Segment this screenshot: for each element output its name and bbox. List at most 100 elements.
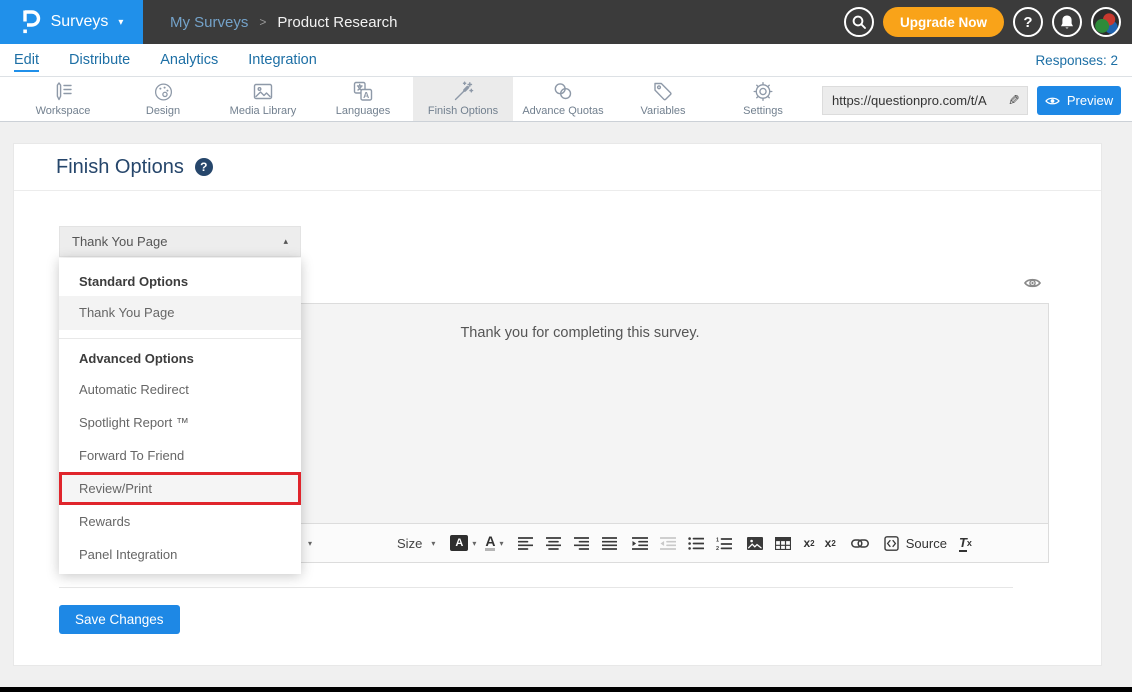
bulleted-list-button[interactable] — [688, 537, 704, 550]
dropdown-item-thank-you-page[interactable]: Thank You Page — [59, 296, 301, 330]
preview-content-eye-icon[interactable] — [1024, 277, 1041, 289]
search-icon — [850, 13, 868, 31]
align-left-button[interactable] — [518, 537, 533, 550]
gear-icon — [751, 81, 775, 103]
help-button[interactable]: ? — [1013, 7, 1043, 37]
breadcrumb-my-surveys[interactable]: My Surveys — [170, 14, 248, 31]
caret-up-icon: ▴ — [283, 236, 288, 247]
responses-count[interactable]: Responses: 2 — [1035, 44, 1118, 77]
numbered-list-icon: 12 — [716, 537, 732, 550]
page-title: Finish Options — [56, 156, 184, 179]
save-changes-button[interactable]: Save Changes — [59, 605, 180, 634]
subscript-button[interactable]: x2 — [803, 536, 814, 550]
breadcrumb-current-survey: Product Research — [277, 14, 397, 31]
tab-distribute[interactable]: Distribute — [69, 52, 130, 68]
table-icon — [775, 537, 791, 550]
toolbar-item-advance-quotas[interactable]: Advance Quotas — [513, 77, 613, 121]
svg-text:1: 1 — [716, 537, 719, 543]
preview-button[interactable]: Preview — [1037, 86, 1121, 115]
workspace-icon — [51, 81, 75, 103]
justify-button[interactable] — [602, 537, 617, 550]
remove-format-button[interactable]: Tx — [959, 535, 972, 552]
align-center-button[interactable] — [546, 537, 561, 550]
indent-button[interactable] — [632, 537, 648, 550]
questionpro-logo-icon — [20, 9, 41, 35]
outdent-button[interactable] — [660, 537, 676, 550]
text-color-button[interactable]: A ▾ — [485, 535, 503, 551]
indent-icon — [632, 537, 648, 550]
page-help-icon[interactable]: ? — [195, 158, 213, 176]
insert-image-button[interactable] — [747, 537, 763, 550]
notifications-button[interactable] — [1052, 7, 1082, 37]
magic-wand-icon — [451, 81, 475, 103]
toolbar-item-workspace[interactable]: Workspace — [13, 77, 113, 121]
dropdown-item-spotlight-report[interactable]: Spotlight Report ™ — [59, 406, 301, 439]
breadcrumb-separator: > — [259, 15, 266, 29]
dropdown-item-review-print[interactable]: Review/Print — [59, 472, 301, 505]
toolbar-item-design[interactable]: Design — [113, 77, 213, 121]
edit-toolbar: Workspace Design Media Library — [0, 77, 1132, 122]
svg-text:2: 2 — [716, 545, 719, 549]
dropdown-item-rewards[interactable]: Rewards — [59, 505, 301, 538]
bell-icon — [1059, 14, 1075, 31]
image-icon — [747, 537, 763, 550]
insert-table-button[interactable] — [775, 537, 791, 550]
surveys-product-menu[interactable]: Surveys ▾ — [0, 0, 143, 44]
toolbar-item-media-library[interactable]: Media Library — [213, 77, 313, 121]
toolbar-item-finish-options[interactable]: Finish Options — [413, 77, 513, 121]
design-palette-icon — [152, 81, 175, 103]
tab-analytics[interactable]: Analytics — [160, 52, 218, 68]
format-dropdown-caret-icon[interactable]: ▾ — [304, 539, 312, 548]
survey-nav-tabs: Edit Distribute Analytics Integration Re… — [0, 44, 1132, 77]
numbered-list-button[interactable]: 12 — [716, 537, 732, 550]
quota-links-icon — [551, 81, 575, 103]
section-divider — [59, 587, 1013, 588]
tag-icon — [651, 81, 675, 103]
avatar[interactable] — [1091, 7, 1121, 37]
text-color-icon: A — [485, 535, 495, 551]
dropdown-item-forward-to-friend[interactable]: Forward To Friend — [59, 439, 301, 472]
align-left-icon — [518, 537, 533, 550]
bulleted-list-icon — [688, 537, 704, 550]
source-button[interactable]: Source — [884, 536, 947, 551]
breadcrumb: My Surveys > Product Research — [170, 14, 397, 31]
remove-format-icon: T — [959, 535, 967, 552]
toolbar-item-languages[interactable]: A Languages — [313, 77, 413, 121]
toolbar-item-variables[interactable]: Variables — [613, 77, 713, 121]
bottom-window-edge — [0, 687, 1132, 692]
superscript-button[interactable]: x2 — [825, 536, 836, 550]
size-dropdown[interactable]: Size ▾ — [397, 536, 435, 551]
align-right-button[interactable] — [574, 537, 589, 550]
outdent-icon — [660, 537, 676, 550]
justify-icon — [602, 537, 617, 550]
survey-url-input[interactable] — [832, 93, 1008, 108]
tab-edit[interactable]: Edit — [14, 52, 39, 68]
tab-integration[interactable]: Integration — [248, 52, 317, 68]
svg-text:A: A — [363, 90, 369, 100]
upgrade-now-button[interactable]: Upgrade Now — [883, 7, 1004, 37]
background-color-icon: A — [450, 535, 468, 551]
search-button[interactable] — [844, 7, 874, 37]
dropdown-item-panel-integration[interactable]: Panel Integration — [59, 538, 301, 571]
align-center-icon — [546, 537, 561, 550]
caret-down-icon: ▾ — [118, 17, 123, 28]
dropdown-divider — [59, 338, 301, 339]
background-color-button[interactable]: A ▾ — [450, 535, 476, 551]
finish-type-select[interactable]: Thank You Page ▴ — [59, 226, 301, 257]
source-icon — [884, 536, 899, 551]
link-button[interactable] — [851, 538, 869, 549]
surveys-menu-label: Surveys — [51, 13, 109, 31]
finish-type-dropdown: Standard Options Thank You Page Advanced… — [59, 258, 301, 574]
toolbar-item-settings[interactable]: Settings — [713, 77, 813, 121]
languages-icon: A — [351, 81, 375, 103]
link-icon — [851, 538, 869, 549]
survey-url-field: ✎ — [822, 86, 1028, 115]
align-right-icon — [574, 537, 589, 550]
finish-options-panel: Finish Options ? Thank You Page ▴ Standa… — [13, 143, 1102, 666]
eye-icon — [1045, 96, 1060, 106]
dropdown-group-standard: Standard Options — [59, 268, 301, 296]
question-icon: ? — [1023, 14, 1032, 31]
dropdown-group-advanced: Advanced Options — [59, 345, 301, 373]
edit-url-pencil-icon[interactable]: ✎ — [1008, 92, 1020, 109]
dropdown-item-automatic-redirect[interactable]: Automatic Redirect — [59, 373, 301, 406]
